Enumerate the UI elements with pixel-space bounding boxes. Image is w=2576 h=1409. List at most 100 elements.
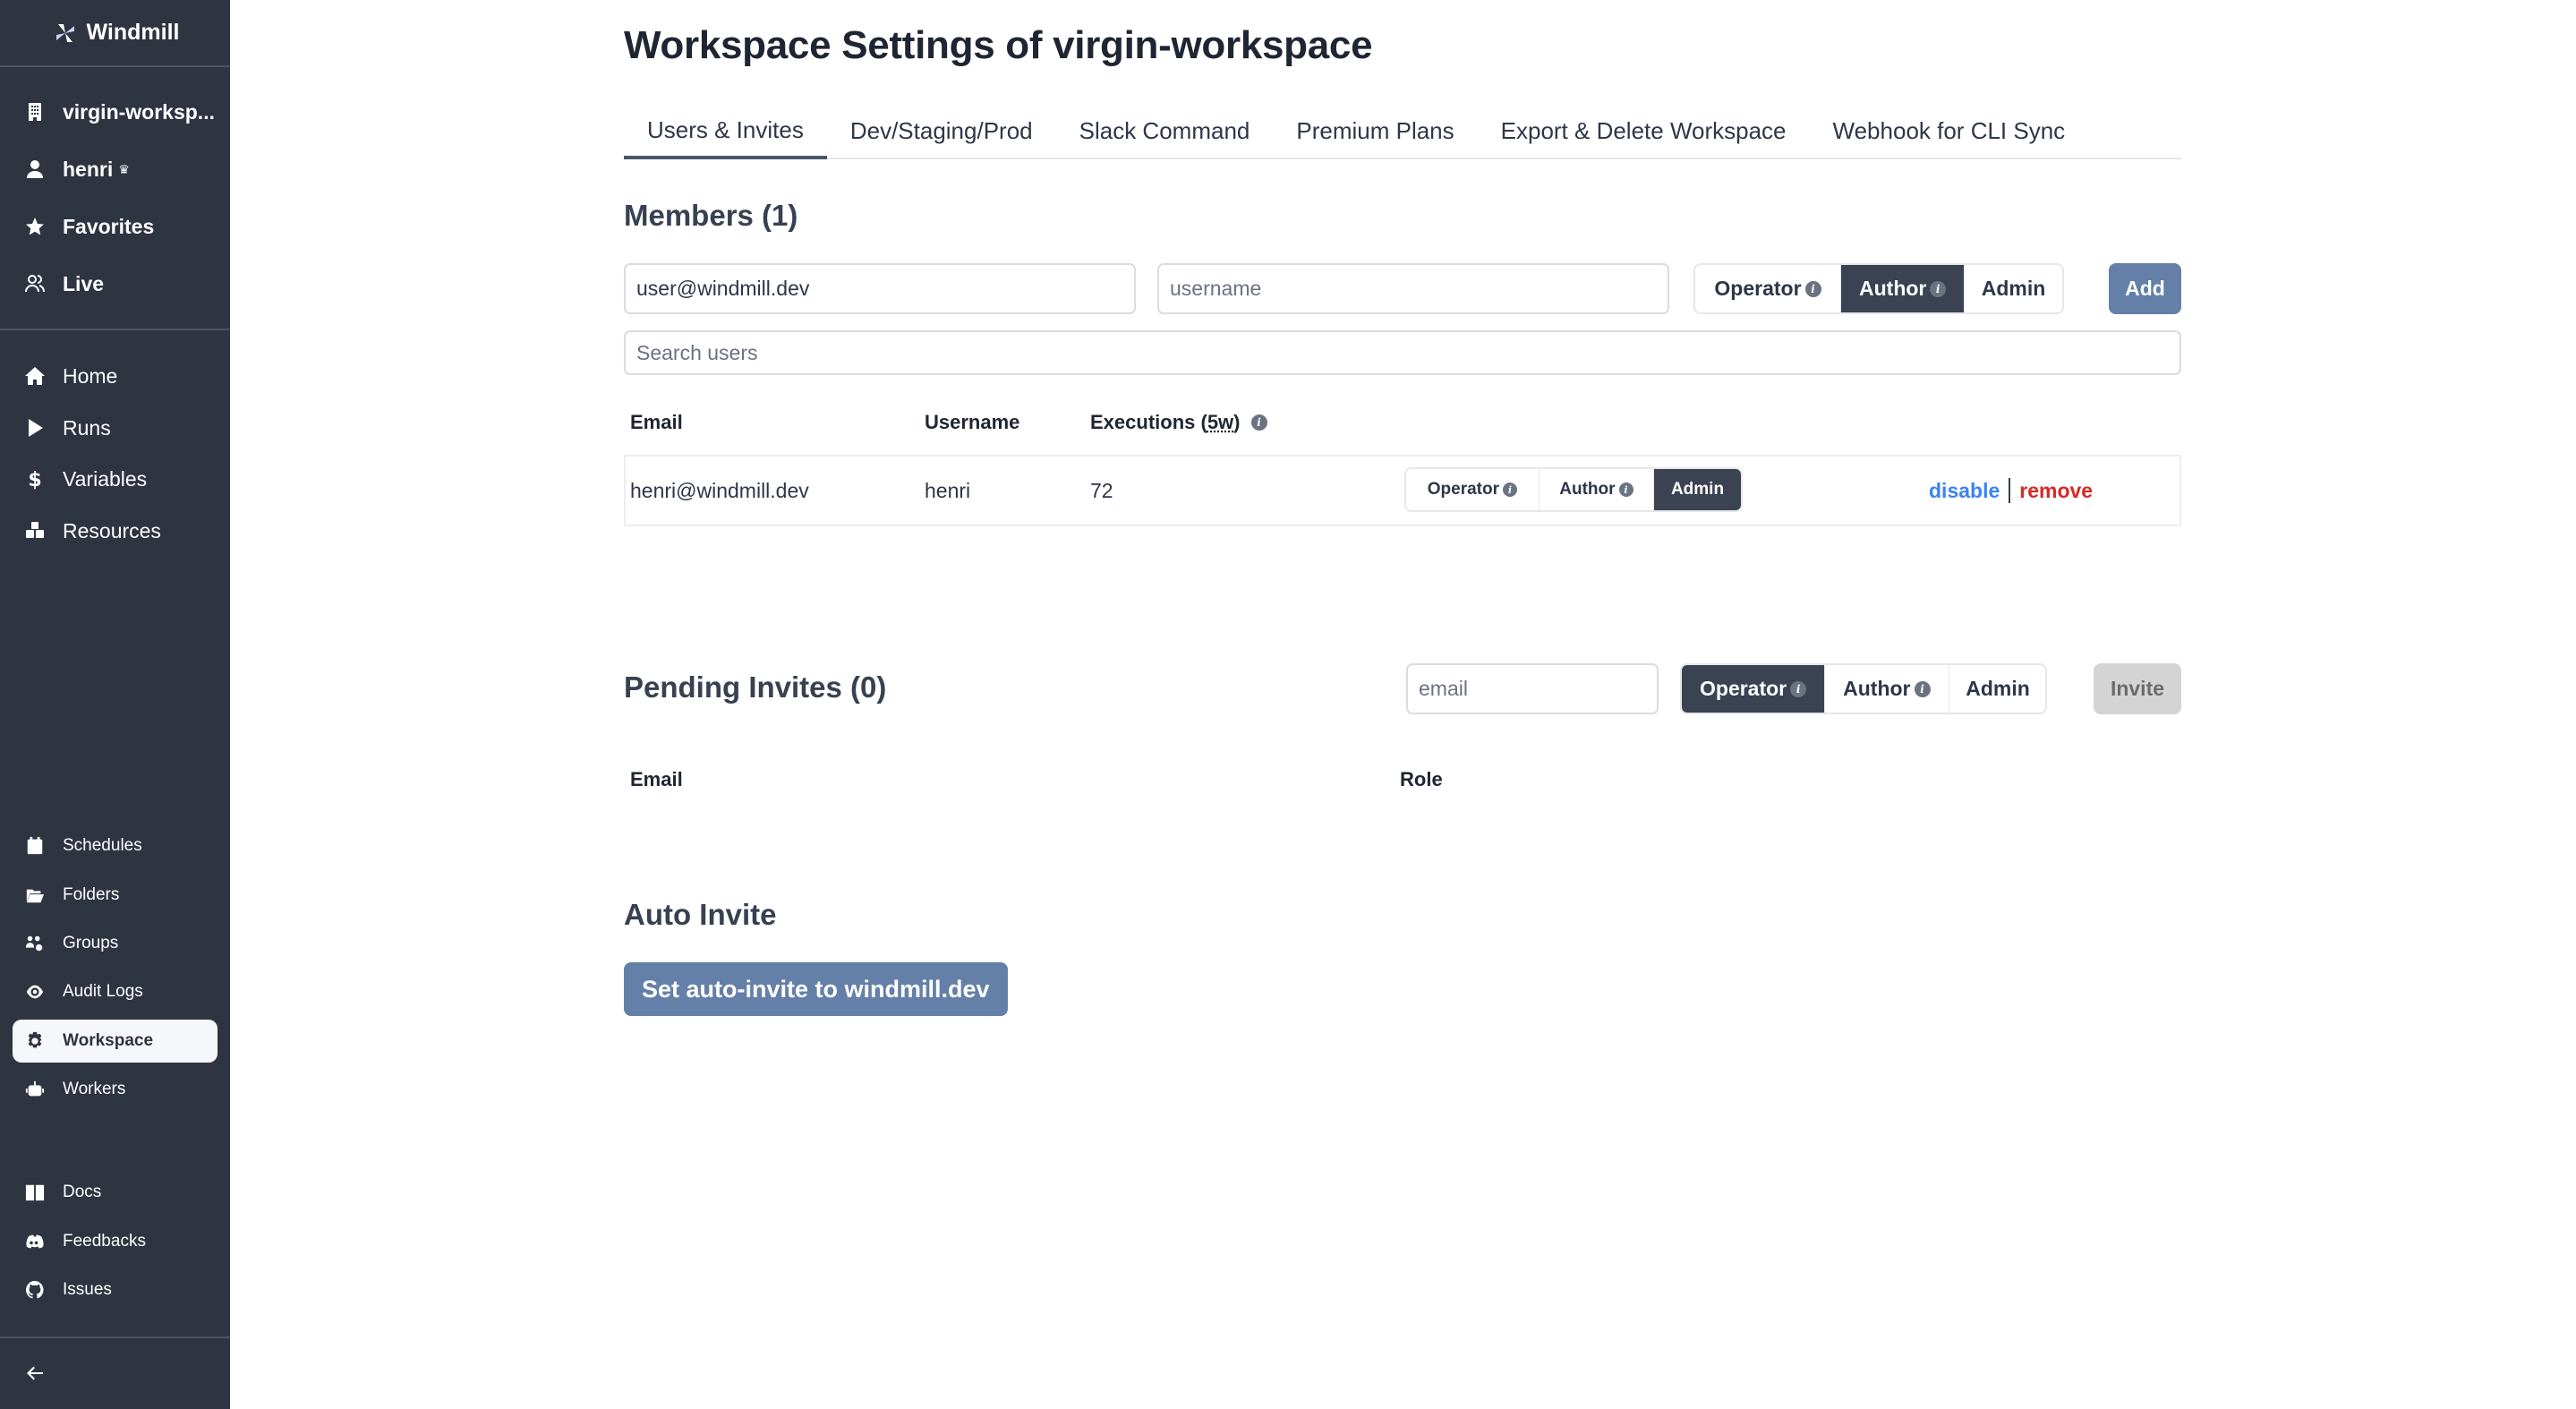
settings-tabs: Users & Invites Dev/Staging/Prod Slack C…: [624, 104, 2181, 159]
windmill-logo-icon: [55, 23, 74, 42]
sidebar-item-live[interactable]: Live: [13, 262, 218, 305]
invite-email-input[interactable]: email: [1406, 663, 1659, 714]
info-icon: i: [1503, 482, 1518, 497]
member-email: henri@windmill.dev: [630, 478, 809, 502]
member-username: henri: [925, 478, 971, 502]
tab-premium-plans[interactable]: Premium Plans: [1273, 104, 1477, 158]
auto-invite-heading: Auto Invite: [624, 898, 777, 931]
sidebar-item-workers[interactable]: Workers: [13, 1068, 218, 1111]
sidebar-divider: [0, 1336, 230, 1338]
role-option-admin[interactable]: Admin: [1964, 265, 2062, 312]
sidebar-divider: [0, 65, 230, 67]
info-icon[interactable]: i: [1250, 414, 1267, 431]
sidebar-item-groups[interactable]: Groups: [13, 922, 218, 965]
sidebar-item-label: Folders: [63, 885, 120, 904]
tab-dev-staging-prod[interactable]: Dev/Staging/Prod: [827, 104, 1056, 158]
sidebar-item-favorites[interactable]: Favorites: [13, 205, 218, 248]
sidebar-divider: [0, 329, 230, 330]
column-header-email: Email: [630, 411, 683, 433]
sidebar-item-label: Workspace: [63, 1031, 154, 1050]
tab-webhook-cli-sync[interactable]: Webhook for CLI Sync: [1810, 104, 2089, 158]
members-heading: Members (1): [624, 199, 798, 232]
sidebar-item-label: Audit Logs: [63, 982, 143, 1001]
role-label: Author: [1843, 677, 1911, 700]
new-member-role-toggle: Operator i Author i Admin: [1693, 263, 2064, 314]
search-users-input[interactable]: Search users: [624, 330, 2181, 375]
sidebar-item-home[interactable]: Home: [13, 354, 218, 397]
sidebar-item-audit-logs[interactable]: Audit Logs: [13, 970, 218, 1013]
dollar-icon: $: [23, 467, 47, 491]
svg-text:$: $: [28, 469, 41, 490]
crown-icon: ♛: [118, 161, 130, 176]
collapse-sidebar-button[interactable]: [13, 1352, 218, 1395]
sidebar: Windmill virgin-worksp... henri ♛ Favori…: [0, 0, 230, 1409]
sidebar-item-feedbacks[interactable]: Feedbacks: [13, 1220, 218, 1263]
executions-suffix: ): [1233, 411, 1241, 433]
role-option-operator[interactable]: Operator i: [1695, 265, 1840, 312]
role-option-author[interactable]: Author i: [1840, 265, 1964, 312]
sidebar-item-label: Feedbacks: [63, 1232, 146, 1251]
member-actions: disable remove: [1929, 457, 2093, 525]
role-label: Author: [1859, 277, 1927, 300]
sidebar-item-docs[interactable]: Docs: [13, 1171, 218, 1214]
role-label: Operator: [1700, 677, 1787, 700]
github-icon: [23, 1278, 47, 1302]
column-header-email: Email: [630, 768, 683, 790]
sidebar-item-label: Variables: [63, 466, 148, 491]
sidebar-item-label: virgin-worksp...: [63, 99, 215, 124]
role-option-author[interactable]: Author i: [1824, 665, 1948, 713]
sidebar-item-variables[interactable]: $ Variables: [13, 457, 218, 500]
column-header-role: Role: [1400, 768, 1443, 790]
sidebar-item-user[interactable]: henri ♛: [13, 148, 218, 191]
tab-export-delete-workspace[interactable]: Export & Delete Workspace: [1478, 104, 1810, 158]
role-option-admin[interactable]: Admin: [1653, 469, 1741, 510]
tab-users-invites[interactable]: Users & Invites: [624, 104, 827, 159]
set-auto-invite-button[interactable]: Set auto-invite to windmill.dev: [624, 962, 1008, 1016]
sidebar-item-label: Resources: [63, 518, 161, 542]
robot-icon: [23, 1078, 47, 1101]
pending-invites-heading: Pending Invites (0): [624, 670, 887, 704]
users-icon: [23, 272, 47, 295]
remove-user-link[interactable]: remove: [2019, 479, 2093, 503]
invite-role-toggle: Operator i Author i Admin: [1680, 663, 2047, 714]
sidebar-item-workspace[interactable]: Workspace: [13, 1020, 218, 1063]
role-label: Operator: [1714, 277, 1802, 300]
home-icon: [23, 364, 47, 388]
arrow-left-icon: [23, 1362, 47, 1385]
new-member-email-input[interactable]: user@windmill.dev: [624, 263, 1136, 314]
sidebar-item-workspace-switcher[interactable]: virgin-worksp...: [13, 90, 218, 133]
sidebar-item-schedules[interactable]: Schedules: [13, 824, 218, 867]
tab-slack-command[interactable]: Slack Command: [1056, 104, 1274, 158]
info-icon: i: [1930, 280, 1946, 297]
sidebar-item-label: henri: [63, 157, 114, 181]
sidebar-item-label: Runs: [63, 415, 111, 440]
sidebar-item-label: Docs: [63, 1183, 102, 1201]
sidebar-item-resources[interactable]: Resources: [13, 509, 218, 552]
windmill-logo[interactable]: Windmill: [0, 0, 230, 65]
calendar-icon: [23, 834, 47, 858]
sidebar-item-folders[interactable]: Folders: [13, 874, 218, 917]
add-member-button[interactable]: Add: [2109, 263, 2181, 314]
star-icon: [23, 215, 47, 238]
sidebar-item-runs[interactable]: Runs: [13, 406, 218, 449]
play-icon: [23, 416, 47, 440]
column-header-username: Username: [925, 411, 1020, 433]
executions-label: Executions (: [1090, 411, 1207, 433]
role-option-admin[interactable]: Admin: [1948, 665, 2045, 713]
sidebar-item-issues[interactable]: Issues: [13, 1268, 218, 1311]
sidebar-item-label: Live: [63, 271, 105, 295]
info-icon: i: [1790, 680, 1807, 697]
role-option-operator[interactable]: Operator i: [1682, 665, 1825, 713]
action-separator: [2009, 478, 2011, 503]
role-option-author[interactable]: Author i: [1538, 469, 1653, 510]
new-member-username-input[interactable]: username: [1157, 263, 1669, 314]
role-option-operator[interactable]: Operator i: [1406, 469, 1539, 510]
sidebar-item-label: Home: [63, 363, 118, 388]
disable-user-link[interactable]: disable: [1929, 479, 2000, 503]
info-icon: i: [1618, 482, 1633, 497]
logo-text: Windmill: [86, 20, 180, 45]
role-label: Admin: [1966, 677, 2030, 700]
invite-button[interactable]: Invite: [2094, 663, 2181, 714]
sidebar-item-label: Groups: [63, 934, 119, 952]
users-cog-icon: [23, 932, 47, 955]
